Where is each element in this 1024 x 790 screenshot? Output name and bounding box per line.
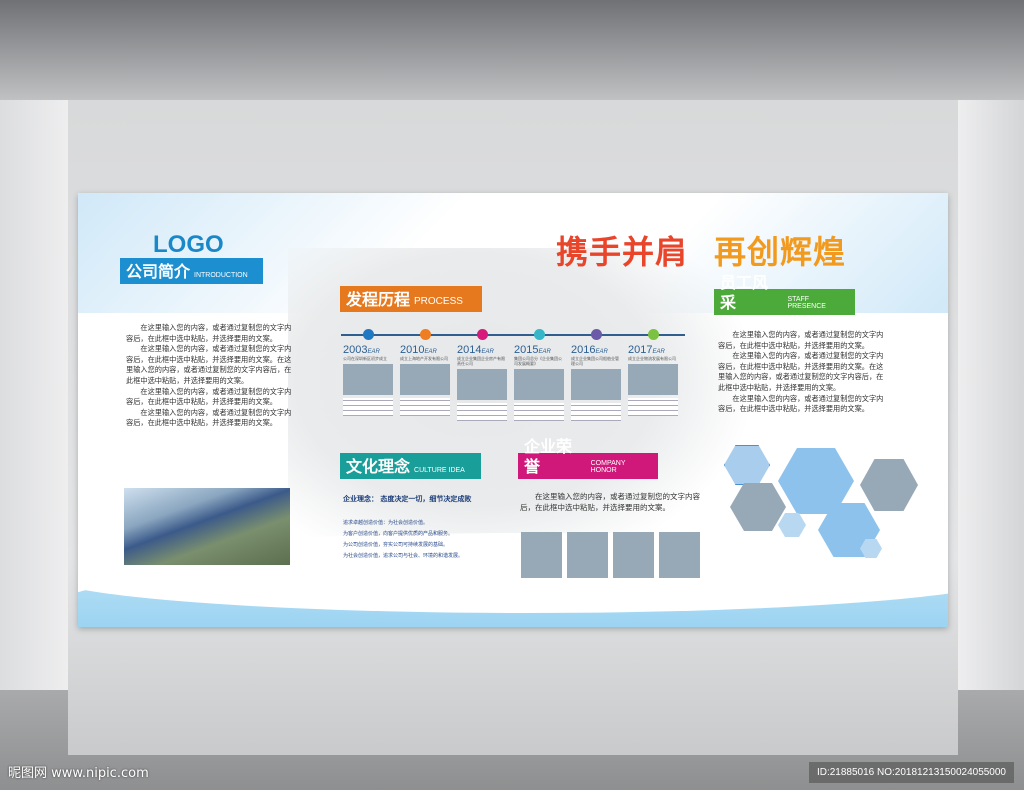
slogan: 携手并肩 再创辉煌 <box>556 227 846 273</box>
timeline-photo <box>571 369 621 400</box>
honor-subtitle: COMPANY HONOR <box>590 460 626 474</box>
right-pillar <box>958 100 1024 690</box>
slogan-part2: 再创辉煌 <box>714 233 847 271</box>
staff-paragraph: 在这里输入您的内容，或者通过复制您的文字内容后，在此框中选中粘贴，并选择要用的文… <box>718 330 884 350</box>
timeline-description <box>400 398 450 416</box>
honor-photo <box>613 532 654 578</box>
timeline-photo <box>400 364 450 395</box>
intro-header: 公司简介 INTRODUCTION <box>120 258 263 284</box>
honor-text: 在这里输入您的内容，或者通过复制您的文字内容后，在此框中选中粘贴，并选择要用的文… <box>520 491 700 513</box>
logo: LOGO <box>153 231 224 258</box>
year-suffix: EAR <box>538 349 551 355</box>
year-number: 2015 <box>514 344 539 356</box>
staff-paragraph: 在这里输入您的内容，或者通过复制您的文字内容后，在此框中选中粘贴，并选择要用的文… <box>718 351 884 392</box>
culture-lines: 追求卓越创造价值：为社会创造价值。 为客户创造价值，向客户提供优质的产品和服务。… <box>343 518 463 562</box>
timeline-item: 2017EAR 成立企业物流发展有限公司 <box>628 329 678 416</box>
timeline-caption: 成立企业集团企业房产有限责任公司 <box>457 356 505 366</box>
year-suffix: EAR <box>595 349 608 355</box>
culture-line: 追求卓越创造价值：为社会创造价值。 <box>343 520 429 526</box>
year-number: 2010 <box>400 344 425 356</box>
honor-photo <box>659 532 700 578</box>
staff-subtitle: STAFF PRESENCE <box>787 296 826 310</box>
timeline-item: 2010EAR 成立上海地产开发有限公司 <box>400 329 450 416</box>
slogan-part1: 携手并肩 <box>556 233 689 271</box>
honor-photo <box>567 532 608 578</box>
timeline-description <box>628 398 678 416</box>
timeline-caption: 成立企业集团公司船舶业管理公司 <box>571 356 619 366</box>
year-suffix: EAR <box>652 349 665 355</box>
timeline-description <box>571 403 621 421</box>
timeline-photo <box>457 369 507 400</box>
watermark-id: ID:21885016 NO:20181213150024055000 <box>808 762 1014 783</box>
intro-paragraph: 在这里输入您的内容，或者通过复制您的文字内容后，在此框中选中粘贴，并选择要用的文… <box>126 407 292 428</box>
timeline-dot <box>477 329 488 340</box>
year-number: 2017 <box>628 344 653 356</box>
culture-line: 为社会创造价值，追求公司与社会、环境的和谐发展。 <box>343 553 464 559</box>
intro-paragraph: 在这里输入您的内容，或者通过复制您的文字内容后，在此框中选中粘贴，并选择要用的文… <box>126 344 292 385</box>
timeline-dot <box>534 329 545 340</box>
hexagon-photo <box>860 459 918 511</box>
honor-paragraph: 在这里输入您的内容，或者通过复制您的文字内容后，在此框中选中粘贴，并选择要用的文… <box>520 492 700 512</box>
intro-paragraph: 在这里输入您的内容，或者通过复制您的文字内容后，在此框中选中粘贴，并选择要用的文… <box>126 323 292 343</box>
staff-paragraph: 在这里输入您的内容，或者通过复制您的文字内容后，在此框中选中粘贴，并选择要用的文… <box>718 393 884 414</box>
timeline-description <box>457 403 507 421</box>
timeline-caption: 集团公司总分《企业集团公司发展概要》 <box>514 356 562 366</box>
timeline-dot <box>363 329 374 340</box>
timeline-dot <box>420 329 431 340</box>
timeline-year: 2016EAR <box>571 344 621 356</box>
timeline-dot <box>648 329 659 340</box>
year-number: 2003 <box>343 344 368 356</box>
year-number: 2016 <box>571 344 596 356</box>
process-subtitle: PROCESS <box>414 296 463 307</box>
timeline-description <box>343 398 393 416</box>
timeline-photo <box>628 364 678 395</box>
year-suffix: EAR <box>424 349 437 355</box>
timeline-item: 2016EAR 成立企业集团公司船舶业管理公司 <box>571 329 621 421</box>
culture-title: 文化理念 <box>346 457 411 476</box>
watermark-site: 昵图网 www.nipic.com <box>8 766 149 781</box>
process-title: 发程历程 <box>346 290 411 309</box>
honor-photo <box>521 532 562 578</box>
culture-line: 为公司创造价值，夯实公司可持续发展的基础。 <box>343 542 449 548</box>
process-header: 发程历程 PROCESS <box>340 286 482 312</box>
timeline-year: 2010EAR <box>400 344 450 356</box>
honor-header: 企业荣誉 COMPANY HONOR <box>518 437 658 479</box>
year-number: 2014 <box>457 344 482 356</box>
culture-motto: 企业理念： 态度决定一切，细节决定成败 <box>343 495 472 503</box>
culture-wall-board: LOGO 携手并肩 再创辉煌 公司简介 INTRODUCTION 在这里输入您的内容… <box>78 193 948 627</box>
timeline-description <box>514 403 564 421</box>
staff-text: 在这里输入您的内容，或者通过复制您的文字内容后，在此框中选中粘贴，并选择要用的文… <box>718 330 890 415</box>
hexagon-photo <box>778 513 806 537</box>
intro-title: 公司简介 <box>126 262 191 281</box>
ceiling <box>0 0 1024 100</box>
timeline-dot <box>591 329 602 340</box>
factory-photo <box>124 488 290 565</box>
timeline-year: 2003EAR <box>343 344 393 356</box>
timeline-item: 2003EAR 公司在深圳新区初步成立 <box>343 329 393 416</box>
culture-header: 文化理念 CULTURE IDEA <box>340 453 481 479</box>
intro-text: 在这里输入您的内容，或者通过复制您的文字内容后，在此框中选中粘贴，并选择要用的文… <box>126 323 292 429</box>
timeline-item: 2014EAR 成立企业集团企业房产有限责任公司 <box>457 329 507 421</box>
timeline-caption: 成立上海地产开发有限公司 <box>400 356 448 361</box>
year-suffix: EAR <box>481 349 494 355</box>
culture-subtitle: CULTURE IDEA <box>414 467 465 474</box>
timeline-year: 2014EAR <box>457 344 507 356</box>
staff-header: 员工风采 STAFF PRESENCE <box>714 273 855 315</box>
honor-title: 企业荣誉 <box>524 437 573 476</box>
timeline-photo <box>343 364 393 395</box>
timeline-caption: 公司在深圳新区初步成立 <box>343 356 387 361</box>
left-pillar <box>0 100 68 690</box>
staff-title: 员工风采 <box>720 273 769 312</box>
year-suffix: EAR <box>367 349 380 355</box>
culture-line: 为客户创造价值，向客户提供优质的产品和服务。 <box>343 531 454 537</box>
timeline-year: 2017EAR <box>628 344 678 356</box>
intro-subtitle: INTRODUCTION <box>194 272 248 279</box>
timeline-caption: 成立企业物流发展有限公司 <box>628 356 676 361</box>
timeline-item: 2015EAR 集团公司总分《企业集团公司发展概要》 <box>514 329 564 421</box>
intro-paragraph: 在这里输入您的内容，或者通过复制您的文字内容后，在此框中选中粘贴，并选择要用的文… <box>126 386 292 407</box>
timeline-photo <box>514 369 564 400</box>
timeline-year: 2015EAR <box>514 344 564 356</box>
